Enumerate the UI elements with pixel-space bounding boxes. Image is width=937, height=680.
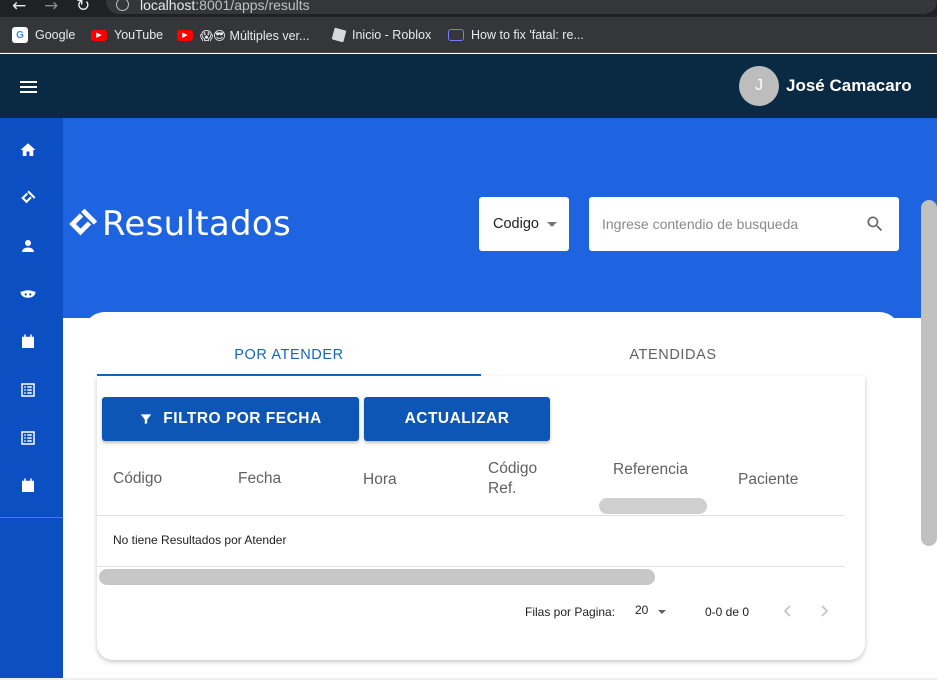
back-arrow-icon[interactable]: ← — [12, 0, 26, 16]
column-header-codigo-ref[interactable]: Código Ref. — [488, 459, 558, 499]
sidebar — [0, 118, 63, 680]
list-icon[interactable] — [19, 381, 37, 399]
app-header: J José Camacaro — [0, 54, 937, 118]
avatar[interactable]: J — [739, 66, 779, 106]
bookmarks-bar: G Google ▶ YouTube ▶ 😱😎 Múltiples ver...… — [0, 17, 937, 53]
chevron-down-icon[interactable] — [658, 610, 666, 614]
search-box — [589, 197, 899, 251]
sidebar-divider — [0, 517, 63, 518]
url-text: localhost:8001/apps/results — [140, 0, 310, 13]
filter-by-date-button[interactable]: FILTRO POR FECHA — [102, 397, 359, 441]
reload-icon[interactable]: ↻ — [76, 0, 90, 16]
search-field-select[interactable]: Codigo — [479, 197, 569, 251]
youtube-favicon-icon: ▶ — [91, 29, 107, 41]
person-icon[interactable] — [19, 237, 37, 255]
column-header-paciente[interactable]: Paciente — [738, 470, 798, 490]
home-icon[interactable] — [19, 141, 37, 159]
handshake-icon — [66, 208, 99, 240]
search-icon[interactable] — [865, 214, 885, 234]
bookmark-roblox[interactable]: Inicio - Roblox — [331, 27, 432, 43]
bookmark-label: Inicio - Roblox — [352, 28, 432, 42]
column-header-codigo[interactable]: Código — [113, 469, 162, 489]
github-favicon-icon — [448, 29, 464, 41]
header-divider — [97, 515, 845, 516]
page-title: Resultados — [102, 204, 291, 244]
bookmark-youtube[interactable]: ▶ YouTube — [91, 27, 163, 43]
select-value: Codigo — [493, 216, 539, 232]
handshake-icon[interactable] — [19, 189, 37, 207]
roblox-favicon-icon — [331, 27, 347, 43]
bookmark-google[interactable]: G Google — [12, 27, 75, 43]
filter-icon — [139, 412, 153, 426]
google-favicon-icon: G — [12, 27, 28, 43]
tab-por-atender[interactable]: POR ATENDER — [97, 333, 481, 376]
next-page-icon[interactable] — [818, 604, 830, 618]
bookmark-label: YouTube — [114, 28, 164, 42]
address-bar[interactable]: localhost:8001/apps/results — [106, 0, 937, 14]
bookmark-multiples[interactable]: ▶ 😱😎 Múltiples ver... — [177, 27, 309, 43]
mask-icon[interactable] — [19, 285, 37, 303]
previous-page-icon[interactable] — [782, 604, 794, 618]
rows-per-page-label: Filas por Pagina: — [525, 605, 616, 619]
tabs: POR ATENDER ATENDIDAS — [97, 333, 865, 376]
calendar-icon[interactable] — [19, 333, 37, 351]
site-info-icon[interactable] — [116, 0, 129, 11]
calendar-icon[interactable] — [19, 477, 37, 495]
user-name[interactable]: José Camacaro — [786, 76, 912, 96]
button-label: FILTRO POR FECHA — [163, 410, 322, 427]
column-header-hora[interactable]: Hora — [363, 470, 397, 490]
pagination-range: 0-0 de 0 — [705, 605, 750, 619]
column-header-referencia[interactable]: Referencia — [613, 460, 688, 480]
tab-atendidas[interactable]: ATENDIDAS — [481, 333, 865, 376]
youtube-favicon-icon: ▶ — [177, 29, 193, 41]
header-scrollbar-thumb[interactable] — [599, 498, 707, 514]
row-divider — [97, 566, 845, 567]
column-header-fecha[interactable]: Fecha — [238, 469, 281, 489]
bookmark-label: Google — [35, 28, 76, 42]
list-icon[interactable] — [19, 429, 37, 447]
rows-per-page-select[interactable]: 20 — [635, 603, 648, 617]
bookmark-label: 😱😎 Múltiples ver... — [200, 28, 310, 43]
button-label: ACTUALIZAR — [404, 410, 510, 427]
browser-toolbar: ← → ↻ localhost:8001/apps/results — [0, 0, 937, 17]
forward-arrow-icon[interactable]: → — [44, 0, 58, 16]
bookmark-label: How to fix 'fatal: re... — [471, 28, 584, 42]
refresh-button[interactable]: ACTUALIZAR — [364, 397, 550, 441]
page-scrollbar-thumb[interactable] — [921, 200, 937, 546]
bookmark-git-fix[interactable]: How to fix 'fatal: re... — [448, 27, 584, 43]
menu-icon[interactable] — [20, 81, 37, 93]
search-input[interactable] — [602, 213, 852, 235]
empty-table-message: No tiene Resultados por Atender — [113, 533, 287, 547]
horizontal-scrollbar-thumb[interactable] — [99, 569, 655, 585]
chevron-down-icon — [547, 222, 557, 227]
